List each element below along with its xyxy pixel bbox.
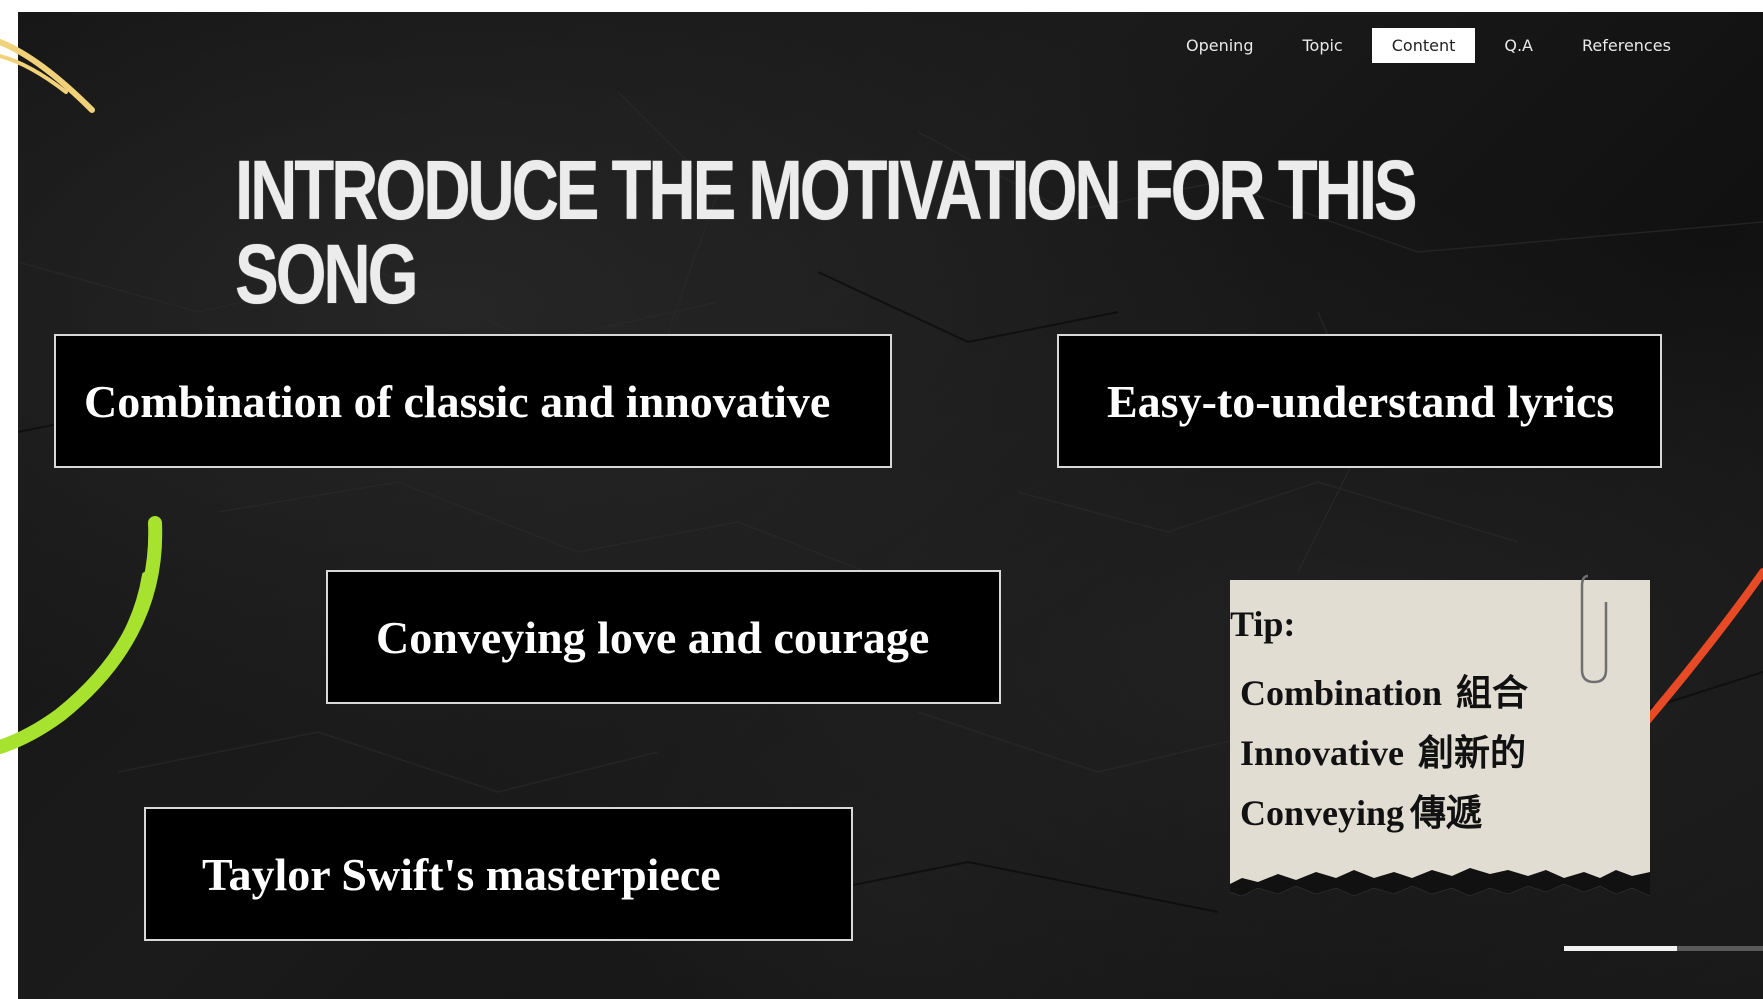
tip-entry-zh: 組合 (1456, 673, 1529, 714)
nav-tab-content[interactable]: Content (1371, 27, 1476, 63)
nav-tab-references[interactable]: References (1562, 28, 1691, 63)
tip-entry-zh: 創新的 (1418, 733, 1527, 774)
red-brush-stroke (1637, 568, 1763, 732)
nav-tab-opening[interactable]: Opening (1166, 28, 1273, 63)
point-box-classic-innovative: Combination of classic and innovative (54, 334, 892, 468)
slide-title: INTRODUCE THE MOTIVATION FOR THIS SONG (235, 143, 1418, 321)
nav-tab-qa[interactable]: Q.A (1484, 28, 1553, 63)
yellow-brush-stroke (0, 39, 95, 113)
point-box-easy-lyrics: Easy-to-understand lyrics (1057, 334, 1662, 468)
tip-entry-en: Conveying (1240, 793, 1405, 833)
tip-entry-combination: Combination 組合 (1240, 663, 1528, 723)
tip-entry-innovative: Innovative 創新的 (1240, 723, 1528, 783)
green-brush-stroke (0, 516, 163, 754)
top-navigation: Opening Topic Content Q.A References (1166, 26, 1700, 64)
tip-heading: Tip: (1230, 604, 1296, 644)
point-text: Easy-to-understand lyrics (1107, 375, 1615, 427)
tip-entry-zh: 傳遞 (1410, 793, 1483, 834)
paperclip-icon (1580, 574, 1608, 684)
tip-content: Tip: Combination 組合 Innovative 創新的 Conveyi… (1230, 603, 1528, 843)
point-box-love-courage: Conveying love and courage (326, 570, 1001, 704)
nav-tab-topic[interactable]: Topic (1282, 28, 1362, 63)
point-text: Conveying love and courage (376, 611, 930, 663)
tip-entry-en: Combination (1240, 673, 1443, 713)
slide-progress-fill (1564, 946, 1678, 951)
point-text: Combination of classic and innovative (84, 375, 831, 427)
point-text: Taylor Swift's masterpiece (202, 848, 721, 900)
tip-entry-conveying: Conveying 傳遞 (1240, 783, 1528, 843)
tip-entry-en: Innovative (1240, 733, 1405, 773)
slide-progress-bar (1564, 946, 1763, 951)
point-box-masterpiece: Taylor Swift's masterpiece (144, 807, 853, 941)
